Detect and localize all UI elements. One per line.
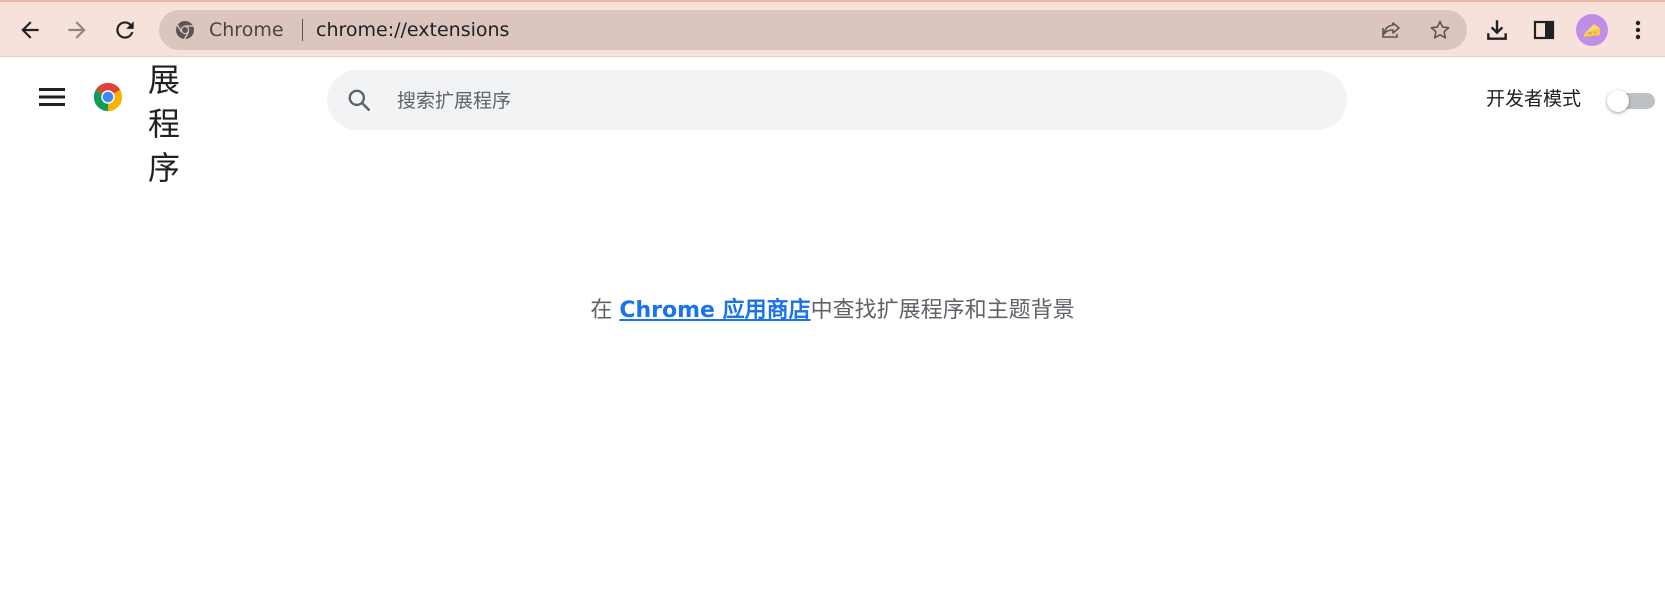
share-icon bbox=[1382, 22, 1400, 38]
hamburger-menu-icon bbox=[39, 88, 65, 106]
download-icon bbox=[1487, 20, 1507, 40]
empty-state-suffix: 中查找扩展程序和主题背景 bbox=[810, 298, 1075, 323]
search-input[interactable] bbox=[395, 84, 1299, 118]
chrome-site-icon bbox=[176, 21, 194, 40]
side-panel-button[interactable] bbox=[1526, 12, 1562, 48]
reload-icon bbox=[116, 21, 134, 39]
chrome-web-store-link[interactable]: Chrome 应用商店 bbox=[619, 298, 810, 323]
chrome-menu-button[interactable] bbox=[1623, 12, 1653, 48]
download-button[interactable] bbox=[1479, 12, 1515, 48]
cheese-avatar-icon bbox=[1576, 14, 1608, 46]
no-extensions-message: 在 Chrome 应用商店中查找扩展程序和主题背景 bbox=[0, 296, 1665, 326]
developer-mode-toggle[interactable] bbox=[1607, 90, 1655, 112]
search-icon bbox=[348, 89, 371, 112]
omnibox-separator bbox=[302, 19, 303, 41]
developer-mode-label: 开发者模式 bbox=[1486, 88, 1582, 110]
star-icon bbox=[1430, 20, 1450, 39]
omnibox-site-name: Chrome bbox=[209, 19, 284, 41]
extensions-header: 展程序 开发者模式 bbox=[0, 57, 1665, 197]
arrow-back-icon bbox=[21, 21, 39, 39]
toggle-knob bbox=[1607, 90, 1629, 112]
empty-state-prefix: 在 bbox=[590, 298, 620, 323]
side-panel-icon bbox=[1533, 20, 1555, 40]
bookmark-button[interactable] bbox=[1427, 17, 1453, 43]
share-button[interactable] bbox=[1378, 17, 1404, 43]
more-vert-icon bbox=[1635, 20, 1641, 40]
omnibox[interactable]: Chrome chrome://extensions bbox=[159, 10, 1467, 50]
reload-button[interactable] bbox=[107, 12, 143, 48]
search-extensions[interactable] bbox=[327, 70, 1347, 130]
omnibox-url[interactable]: chrome://extensions bbox=[316, 19, 509, 41]
back-button[interactable] bbox=[12, 12, 48, 48]
page-title: 展程序 bbox=[148, 61, 181, 187]
arrow-forward-icon bbox=[68, 21, 86, 39]
chrome-logo-icon bbox=[93, 82, 123, 112]
main-menu-button[interactable] bbox=[34, 79, 70, 115]
forward-button[interactable] bbox=[59, 12, 95, 48]
profile-avatar-button[interactable] bbox=[1574, 12, 1610, 48]
browser-toolbar: Chrome chrome://extensions bbox=[0, 0, 1665, 57]
